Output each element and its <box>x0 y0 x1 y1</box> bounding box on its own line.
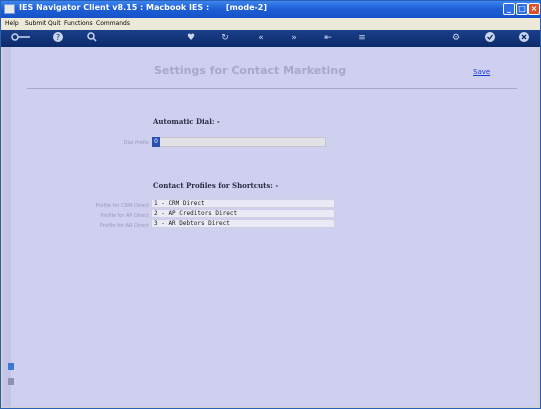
forward-icon[interactable]: » <box>286 31 302 45</box>
page-title: Settings for Contact Marketing <box>154 64 347 77</box>
window-title: IES Navigator Client v8.15 : Macbook IES… <box>19 3 268 12</box>
menu-quit[interactable]: Quit <box>48 20 61 27</box>
menu-bar: Help Submit Quit Functions Commands <box>1 18 540 30</box>
title-bar[interactable]: IES Navigator Client v8.15 : Macbook IES… <box>1 1 540 18</box>
heart-icon[interactable]: ♥ <box>184 31 198 45</box>
search-icon[interactable] <box>85 31 99 45</box>
side-panel-icon[interactable] <box>8 363 14 370</box>
help-icon[interactable]: ? <box>51 31 65 45</box>
profile-ar-field[interactable]: 3 - AR Debtors Direct <box>151 219 335 228</box>
profile-ap-field[interactable]: 2 - AP Creditors Direct <box>151 209 335 218</box>
profile-crm-label: Profile for CRM Direct <box>95 203 149 209</box>
dial-prefix-value[interactable]: 0 <box>152 137 160 147</box>
toolbar: ? ♥ ↻ « » ⇤ ≡ ⚙ <box>1 30 540 47</box>
dial-prefix-label: Dial Prefix <box>123 140 149 146</box>
profile-ar-label: Profile for AR Direct <box>99 223 149 229</box>
first-icon[interactable]: ⇤ <box>321 31 335 45</box>
settings-icon[interactable]: ⚙ <box>449 31 463 45</box>
minimize-button[interactable]: _ <box>503 3 515 15</box>
title-divider <box>27 88 517 89</box>
profile-ap-label: Profile for AP Direct <box>100 213 149 219</box>
contact-profiles-heading: Contact Profiles for Shortcuts: - <box>153 181 279 190</box>
list-icon[interactable]: ≡ <box>355 31 369 45</box>
profile-crm-field[interactable]: 1 - CRM Direct <box>151 199 335 208</box>
app-icon <box>4 4 15 14</box>
menu-functions[interactable]: Functions <box>64 20 93 27</box>
maximize-button[interactable]: □ <box>516 3 528 15</box>
check-icon[interactable] <box>483 31 497 45</box>
dial-prefix-input[interactable] <box>152 137 326 147</box>
back-icon[interactable]: « <box>253 31 269 45</box>
left-strip <box>3 47 11 407</box>
menu-submit[interactable]: Submit <box>25 20 46 27</box>
refresh-icon[interactable]: ↻ <box>218 31 232 45</box>
side-info-icon[interactable] <box>8 378 14 385</box>
save-link[interactable]: Save <box>473 68 490 76</box>
app-window: IES Navigator Client v8.15 : Macbook IES… <box>0 0 541 409</box>
close-icon[interactable] <box>517 31 531 45</box>
close-window-button[interactable]: × <box>528 3 540 15</box>
automatic-dial-heading: Automatic Dial: - <box>153 117 220 126</box>
svg-text:?: ? <box>56 33 60 42</box>
menu-commands[interactable]: Commands <box>96 20 130 27</box>
key-icon[interactable] <box>9 31 33 45</box>
menu-help[interactable]: Help <box>5 20 19 27</box>
